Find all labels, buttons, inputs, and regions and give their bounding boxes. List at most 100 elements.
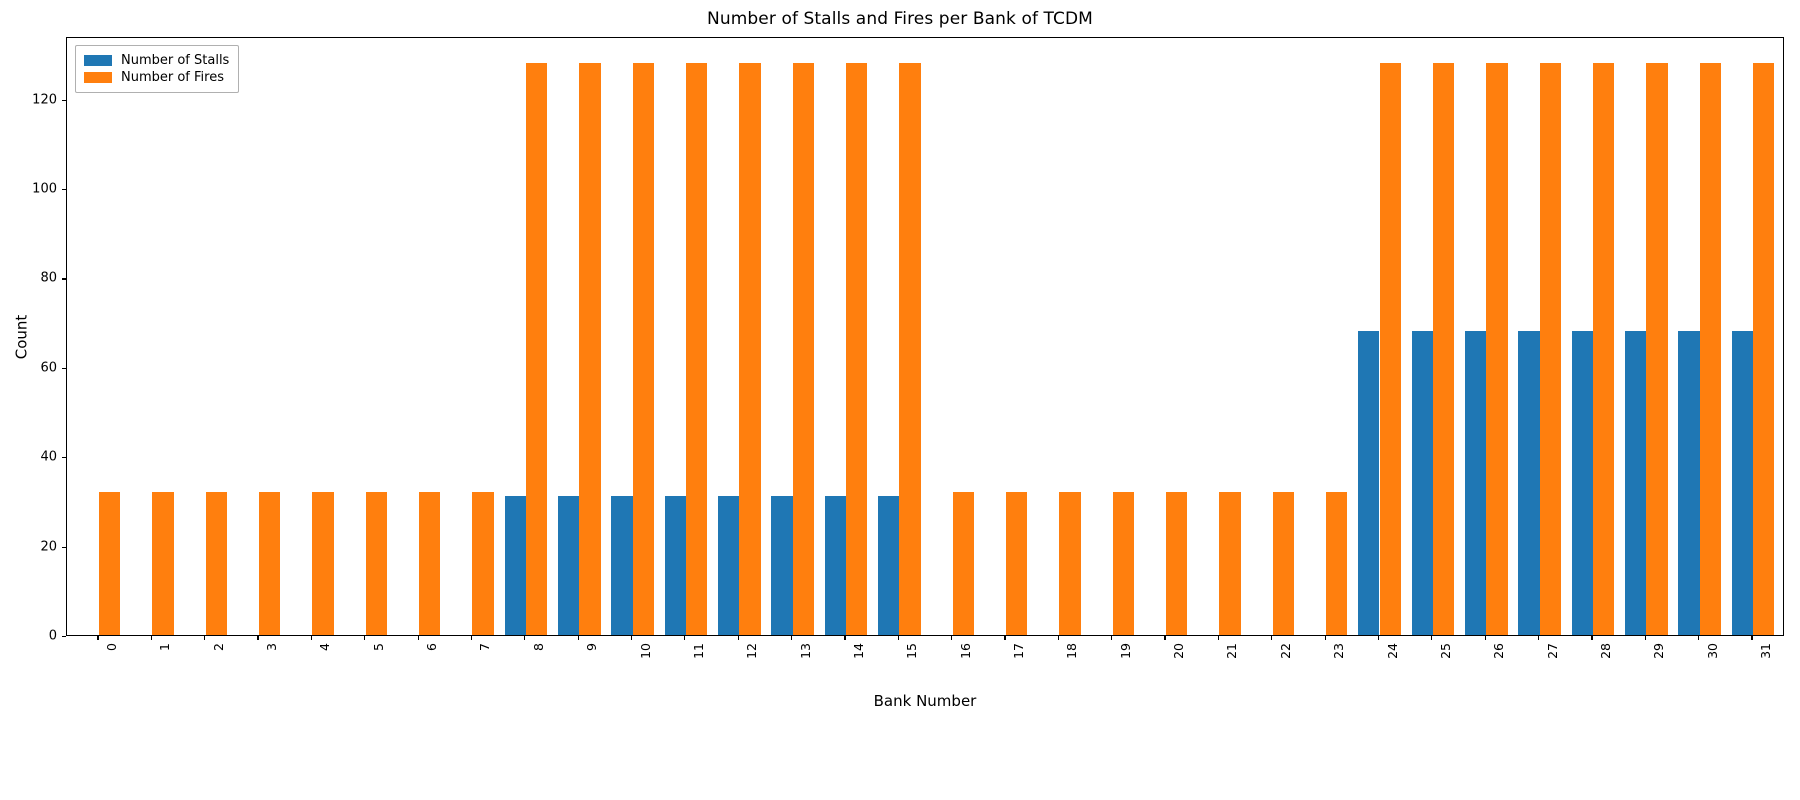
bar-number-of-stalls-8 [504, 496, 526, 635]
bar-number-of-stalls-9 [557, 496, 580, 635]
legend-swatch-icon [84, 72, 112, 83]
x-axis-tick-labels: 0 1 2 3 4 5 6 7 8 9 10 11 12 13 14 15 16 17 18 19 20 21 22 23 24… [66, 643, 1784, 683]
legend-item[interactable]: Number of Fires [84, 69, 229, 86]
legend-swatch-icon [84, 55, 112, 66]
x-axis-tick-label: 17 [1011, 643, 1027, 659]
x-axis-tick-label: 16 [957, 643, 973, 659]
x-axis-tick-label: 12 [744, 643, 760, 659]
bar-number-of-stalls-25 [1411, 331, 1433, 635]
bar-number-of-fires-11 [685, 62, 708, 635]
x-axis-tick-label: 28 [1597, 643, 1613, 659]
bar-number-of-stalls-13 [771, 496, 793, 635]
bar-number-of-fires-12 [739, 62, 761, 635]
x-axis-tick-label: 4 [317, 643, 333, 651]
x-axis-tick [951, 636, 953, 640]
bar-number-of-fires-30 [1699, 62, 1721, 635]
x-axis-tick-label: 7 [477, 643, 493, 651]
x-axis-tick-label: 21 [1224, 643, 1240, 659]
x-axis-tick [257, 636, 259, 640]
x-axis-label: Bank Number [873, 692, 977, 710]
x-axis-tick [1164, 636, 1166, 640]
bar-number-of-stalls-15 [877, 496, 900, 635]
x-axis-tick [417, 636, 419, 640]
x-axis-tick-label: 9 [584, 643, 600, 651]
x-axis-tick-label: 30 [1704, 643, 1720, 659]
bar-number-of-stalls-27 [1518, 331, 1540, 635]
bar-number-of-fires-22 [1272, 491, 1295, 635]
x-axis-tick-label: 25 [1437, 643, 1453, 659]
x-axis-tick [1217, 636, 1220, 640]
bar-number-of-fires-26 [1486, 62, 1508, 635]
x-axis-tick [577, 636, 579, 640]
bar-number-of-fires-24 [1379, 62, 1401, 635]
bar-number-of-fires-16 [952, 491, 974, 635]
x-axis-tick [1004, 636, 1006, 640]
bar-number-of-fires-0 [99, 491, 121, 635]
plot-area [67, 38, 1783, 635]
x-axis-tick [364, 636, 366, 640]
x-axis-tick-label: 0 [104, 643, 119, 651]
bar-number-of-fires-1 [152, 491, 174, 635]
x-axis-tick [524, 636, 526, 640]
x-axis-tick-label: 26 [1491, 643, 1507, 659]
x-axis-tick-label: 3 [264, 643, 280, 651]
bar-number-of-stalls-24 [1358, 331, 1380, 635]
x-axis-tick [470, 636, 473, 640]
bar-number-of-stalls-10 [611, 496, 633, 635]
bar-number-of-stalls-12 [717, 496, 740, 635]
x-axis-tick [630, 636, 633, 640]
x-axis-tick [1591, 636, 1593, 640]
x-axis-tick-label: 8 [530, 643, 546, 651]
chart-legend: Number of Stalls Number of Fires [75, 45, 240, 93]
bar-number-of-stalls-30 [1678, 331, 1700, 635]
x-axis-tick-label: 10 [637, 643, 653, 659]
x-axis-tick [1377, 636, 1380, 640]
x-axis-tick [310, 636, 313, 640]
bar-number-of-fires-5 [365, 491, 388, 635]
bar-number-of-fires-17 [1006, 491, 1028, 635]
y-axis-ticks [0, 37, 66, 638]
x-axis-tick [1111, 636, 1113, 640]
x-axis-tick [1431, 636, 1433, 640]
bar-number-of-stalls-31 [1731, 331, 1753, 635]
x-axis-tick-label: 15 [904, 643, 920, 659]
x-axis-tick-label: 22 [1277, 643, 1293, 659]
bar-number-of-stalls-11 [664, 496, 686, 635]
bar-number-of-fires-21 [1219, 491, 1241, 635]
bar-number-of-fires-8 [525, 62, 548, 635]
x-axis-tick-label: 11 [690, 643, 706, 659]
x-axis-tick [1324, 636, 1326, 640]
x-axis-tick [1537, 636, 1540, 640]
x-axis-tick-label: 13 [797, 643, 813, 659]
bar-number-of-fires-9 [579, 62, 601, 635]
bar-number-of-fires-20 [1166, 491, 1188, 635]
bar-number-of-fires-7 [472, 491, 494, 635]
x-axis-tick [204, 636, 206, 640]
x-axis-tick [1751, 636, 1753, 640]
x-axis-tick [1698, 636, 1700, 640]
x-axis-tick [684, 636, 686, 640]
bar-number-of-stalls-28 [1571, 331, 1593, 635]
bar-number-of-fires-4 [312, 491, 334, 635]
legend-item[interactable]: Number of Stalls [84, 52, 229, 69]
x-axis-tick-label: 1 [157, 643, 173, 651]
x-axis-tick-label: 27 [1544, 643, 1560, 659]
bar-number-of-stalls-14 [824, 496, 846, 635]
bar-number-of-fires-31 [1752, 62, 1775, 635]
x-axis-tick [844, 636, 846, 640]
x-axis-tick [897, 636, 899, 640]
x-axis-tick-label: 29 [1651, 643, 1667, 659]
x-axis-tick-label: 20 [1171, 643, 1187, 659]
bar-number-of-fires-28 [1592, 62, 1615, 635]
x-axis-tick-label: 2 [210, 643, 226, 651]
bar-number-of-fires-29 [1646, 62, 1668, 635]
x-axis-tick [1271, 636, 1273, 640]
bar-number-of-fires-14 [845, 62, 868, 635]
x-axis-tick-label: 31 [1757, 643, 1773, 659]
x-axis-ticks [66, 636, 1784, 642]
x-axis-tick [737, 636, 739, 640]
bar-number-of-stalls-26 [1464, 331, 1487, 635]
x-axis-tick [1644, 636, 1646, 640]
x-axis-tick-label: 24 [1384, 643, 1400, 659]
bar-number-of-fires-15 [899, 62, 921, 635]
